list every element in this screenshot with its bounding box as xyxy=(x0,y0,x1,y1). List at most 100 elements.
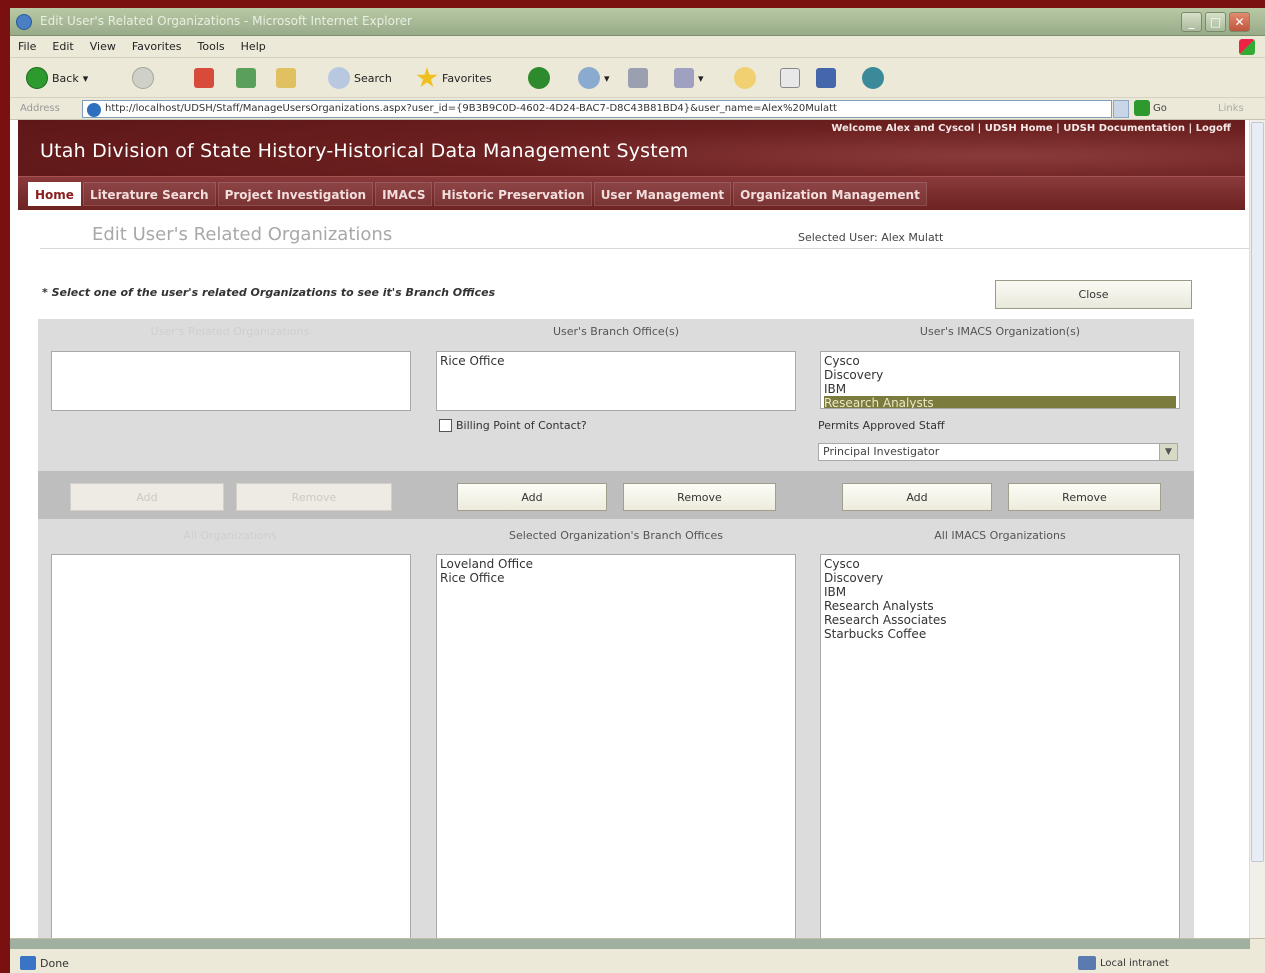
list-item[interactable]: Loveland Office xyxy=(440,557,792,571)
selected-org-branches-listbox[interactable]: Loveland Office Rice Office xyxy=(436,554,796,938)
permit-role-value: Principal Investigator xyxy=(823,445,940,458)
billing-contact-label: Billing Point of Contact? xyxy=(456,419,587,432)
home-icon xyxy=(276,68,296,88)
site-header: Welcome Alex and Cyscol | UDSH Home | UD… xyxy=(18,120,1245,210)
billing-contact-checkbox[interactable]: Billing Point of Contact? xyxy=(439,419,587,432)
list-item[interactable]: Cysco xyxy=(824,354,1176,368)
related-orgs-listbox[interactable] xyxy=(51,351,411,411)
stop-button[interactable] xyxy=(194,66,214,90)
scrollbar-thumb[interactable] xyxy=(1251,122,1264,862)
nav-imacs[interactable]: IMACS xyxy=(375,181,433,206)
refresh-button[interactable] xyxy=(236,66,256,90)
list-item[interactable]: IBM xyxy=(824,585,1176,599)
address-input[interactable]: http://localhost/UDSH/Staff/ManageUsersO… xyxy=(82,100,1112,118)
list-item[interactable]: Research Analysts xyxy=(824,599,1176,613)
menu-tools[interactable]: Tools xyxy=(190,36,233,53)
branch-offices-listbox[interactable]: Rice Office xyxy=(436,351,796,411)
star-icon xyxy=(416,67,438,88)
address-bar: Address http://localhost/UDSH/Staff/Mana… xyxy=(10,98,1265,120)
refresh-icon xyxy=(236,68,256,88)
links-button[interactable]: Links xyxy=(1218,103,1244,114)
menu-favorites[interactable]: Favorites xyxy=(124,36,190,53)
back-button[interactable]: Back ▾ xyxy=(26,66,88,90)
back-arrow-icon xyxy=(26,67,48,89)
menu-view[interactable]: View xyxy=(82,36,124,53)
status-bar: Done Local intranet xyxy=(10,938,1265,973)
edit-icon xyxy=(674,68,694,88)
remove-branch-button[interactable]: Remove xyxy=(623,483,776,511)
page-icon xyxy=(87,103,101,117)
nav-literature-search[interactable]: Literature Search xyxy=(82,181,216,206)
add-branch-button[interactable]: Add xyxy=(457,483,607,511)
media-button[interactable] xyxy=(528,66,550,90)
media-icon xyxy=(528,67,550,89)
list-item[interactable]: Cysco xyxy=(824,557,1176,571)
minimize-button[interactable]: _ xyxy=(1181,12,1202,32)
list-item[interactable]: Discovery xyxy=(824,368,1176,382)
all-orgs-header: All Organizations xyxy=(183,529,277,542)
nav-user-management[interactable]: User Management xyxy=(593,181,732,206)
maximize-button[interactable]: □ xyxy=(1205,12,1226,32)
nav-historic-preservation[interactable]: Historic Preservation xyxy=(434,181,592,206)
list-item[interactable]: Rice Office xyxy=(440,354,792,368)
horizontal-scrollbar[interactable] xyxy=(10,939,1250,949)
all-orgs-listbox[interactable] xyxy=(51,554,411,938)
permit-role-select[interactable]: Principal Investigator ▼ xyxy=(818,443,1178,461)
list-item-selected[interactable]: Research Analysts xyxy=(824,396,1176,408)
list-item[interactable]: IBM xyxy=(824,382,1176,396)
top-links[interactable]: Welcome Alex and Cyscol | UDSH Home | UD… xyxy=(831,123,1231,134)
menu-file[interactable]: File xyxy=(10,36,44,53)
print-button[interactable] xyxy=(628,66,648,90)
chevron-down-icon[interactable]: ▼ xyxy=(1159,444,1177,460)
folder-icon xyxy=(734,67,756,89)
add-org-button[interactable]: Add xyxy=(70,483,224,511)
selected-org-branches-header: Selected Organization's Branch Offices xyxy=(509,529,723,542)
nav-home[interactable]: Home xyxy=(28,181,81,206)
vertical-scrollbar[interactable] xyxy=(1249,120,1265,938)
search-button[interactable]: Search xyxy=(328,66,392,90)
related-orgs-header: User's Related Organizations xyxy=(150,325,310,338)
forward-button[interactable] xyxy=(132,66,154,90)
imacs-orgs-listbox[interactable]: Cysco Discovery IBM Research Analysts xyxy=(820,351,1180,409)
window-title: Edit User's Related Organizations - Micr… xyxy=(40,14,412,28)
intranet-icon xyxy=(1078,956,1096,970)
nav-organization-management[interactable]: Organization Management xyxy=(733,181,927,206)
checkbox-box[interactable] xyxy=(439,419,452,432)
remove-imacs-button[interactable]: Remove xyxy=(1008,483,1161,511)
home-button[interactable] xyxy=(276,66,296,90)
go-button[interactable]: Go xyxy=(1134,100,1167,116)
favorites-button[interactable]: Favorites xyxy=(416,66,492,90)
nav-project-investigation[interactable]: Project Investigation xyxy=(217,181,374,206)
all-imacs-header: All IMACS Organizations xyxy=(934,529,1066,542)
windows-logo-icon xyxy=(1239,39,1255,55)
menu-help[interactable]: Help xyxy=(233,36,274,53)
list-item[interactable]: Rice Office xyxy=(440,571,792,585)
address-dropdown-button[interactable] xyxy=(1113,100,1129,118)
menu-edit[interactable]: Edit xyxy=(44,36,81,53)
remove-org-button[interactable]: Remove xyxy=(236,483,392,511)
folder-button[interactable] xyxy=(734,66,756,90)
list-item[interactable]: Research Associates xyxy=(824,613,1176,627)
organizations-panel: User's Related Organizations User's Bran… xyxy=(38,319,1194,938)
ie-icon xyxy=(16,14,32,30)
title-bar: Edit User's Related Organizations - Micr… xyxy=(10,8,1265,36)
close-button[interactable]: Close xyxy=(995,280,1192,309)
stop-icon xyxy=(194,68,214,88)
add-imacs-button[interactable]: Add xyxy=(842,483,992,511)
discuss-button[interactable] xyxy=(816,66,836,90)
page-title: Edit User's Related Organizations xyxy=(92,224,393,245)
go-arrow-icon xyxy=(1134,100,1150,116)
list-item[interactable]: Discovery xyxy=(824,571,1176,585)
button-row: Add Remove Add Remove Add Remove xyxy=(38,471,1194,519)
close-window-button[interactable]: ✕ xyxy=(1229,12,1250,32)
selected-user-label: Selected User: Alex Mulatt xyxy=(798,231,944,244)
mail-button[interactable]: ▾ xyxy=(578,66,610,90)
address-url: http://localhost/UDSH/Staff/ManageUsersO… xyxy=(105,103,837,114)
messenger-button[interactable] xyxy=(862,66,884,90)
list-item[interactable]: Starbucks Coffee xyxy=(824,627,1176,641)
all-imacs-listbox[interactable]: Cysco Discovery IBM Research Analysts Re… xyxy=(820,554,1180,938)
page-status-icon xyxy=(20,956,36,970)
edit-button[interactable]: ▾ xyxy=(674,66,704,90)
printer-icon xyxy=(628,68,648,88)
document-button[interactable] xyxy=(780,66,800,90)
